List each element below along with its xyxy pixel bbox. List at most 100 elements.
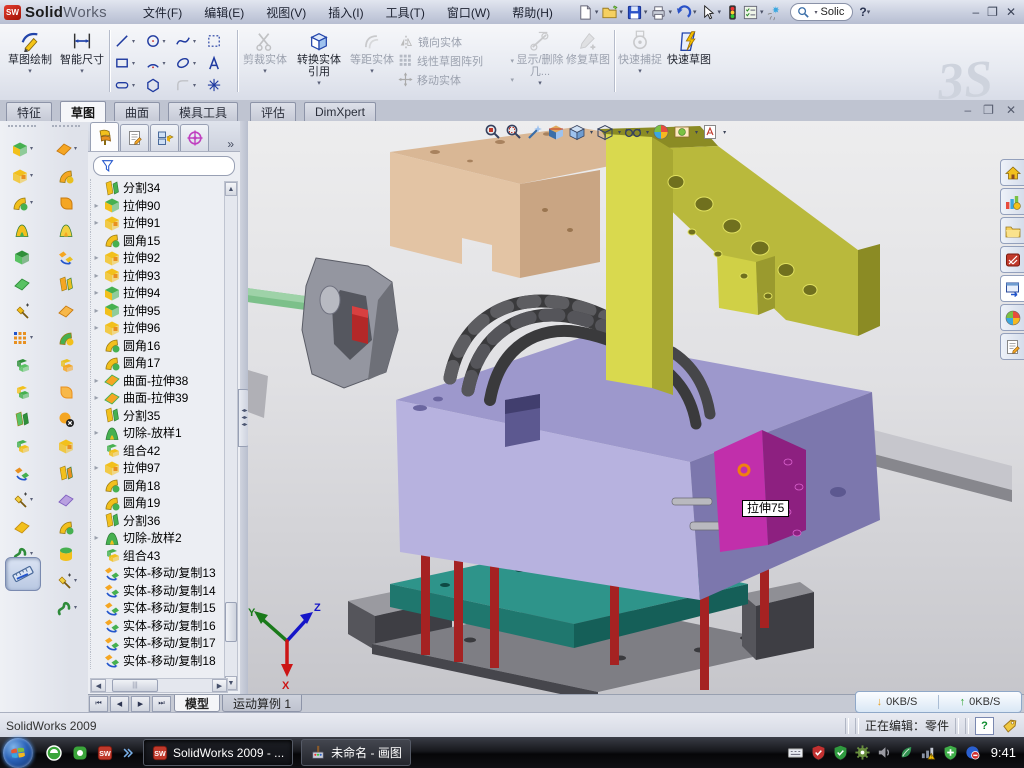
annotation-icon[interactable] [701,123,719,141]
combine-icon[interactable] [2,432,42,459]
curve-icon-chevron[interactable]: ▾ [30,550,33,557]
menu-help[interactable]: 帮助(H) [502,2,563,23]
tree-filter-box[interactable] [93,156,235,176]
extruded-boss-icon[interactable]: ▾ [2,135,42,162]
model-tab-模型[interactable]: 模型 [174,695,220,712]
sync-icon[interactable] [898,744,915,761]
select-cursor-icon[interactable] [699,4,716,21]
knit-surface-icon[interactable] [46,351,86,378]
selection-box-icon[interactable] [206,30,237,52]
tree-expand-arrow[interactable]: ▸ [92,306,101,315]
network-speed-widget[interactable]: ↓0KB/S ↑0KB/S [855,691,1022,713]
measure-button-pressed[interactable] [5,557,41,591]
insert-feature-icon-chevron[interactable]: ▾ [30,496,33,503]
tree-item[interactable]: ▸拉伸92 [90,249,228,267]
search-scope-chevron[interactable]: ▾ [815,9,818,16]
start-button[interactable] [3,738,33,768]
sketch-fillet-icon[interactable]: ▾ [175,74,206,96]
undo-icon-chevron[interactable]: ▾ [693,8,697,16]
smart-dimension-button[interactable]: 智能尺寸▾ [58,27,106,95]
linear-sketch-pattern-button[interactable]: 线性草图阵列▾ [398,51,514,70]
print-icon[interactable] [650,4,667,21]
tree-item[interactable]: ▸切除-放样2 [90,529,228,547]
tab-评估[interactable]: 评估 [250,102,296,121]
tree-item[interactable]: ▸曲面-拉伸38 [90,372,228,390]
revolved-surface-icon[interactable] [46,162,86,189]
tree-expand-arrow[interactable]: ▸ [92,288,101,297]
appearances-tab[interactable] [1000,304,1024,331]
hide-show-items-icon[interactable] [624,123,642,141]
dimxpertmanager-tab[interactable] [180,124,209,151]
quick-tips-button[interactable]: ? [975,717,994,735]
tree-item[interactable]: ▸拉伸97 [90,459,228,477]
tree-expand-arrow[interactable]: ▸ [92,323,101,332]
slot-icon[interactable]: ▾ [114,74,145,96]
tree-item[interactable]: ▸拉伸96 [90,319,228,337]
polygon-icon[interactable] [145,74,176,96]
arc-icon[interactable]: ▾ [145,52,176,74]
tree-item[interactable]: 实体-移动/复制15 [90,599,228,617]
dome-icon[interactable] [46,513,86,540]
zoom-fit-icon[interactable] [484,123,502,141]
spark-icon[interactable] [767,4,784,21]
restore-button[interactable]: ❐ [987,5,998,19]
move-entities-button[interactable]: 移动实体▾ [398,70,514,89]
search-input[interactable]: Solic [821,6,845,18]
planar-surface-icon[interactable] [46,297,86,324]
appearance-icon[interactable] [652,123,670,141]
extruded-boss-icon-chevron[interactable]: ▾ [30,145,33,152]
featuremanager-tab[interactable] [90,122,119,151]
fillet-icon-chevron[interactable]: ▾ [30,199,33,206]
offset-surface-icon[interactable] [46,270,86,297]
display-style-icon[interactable] [596,123,614,141]
tree-item[interactable]: 实体-移动/复制13 [90,564,228,582]
print-icon-chevron[interactable]: ▾ [668,8,672,16]
rib-icon[interactable] [2,243,42,270]
help-chevron[interactable]: ▾ [867,8,871,16]
tree-item[interactable]: 实体-移动/复制16 [90,617,228,635]
search-box[interactable]: ▾ Solic [790,3,854,21]
vscroll-thumb[interactable] [225,602,237,642]
propertymanager-tab[interactable] [120,124,149,151]
swept-surface-icon[interactable]: ▾ [46,135,86,162]
doc-restore-button[interactable]: ❐ [983,103,994,117]
tab-草图[interactable]: 草图 [60,101,106,122]
tree-item[interactable]: ▸切除-放样1 [90,424,228,442]
extend-surface-icon[interactable] [46,324,86,351]
tree-item[interactable]: 分割34 [90,179,228,197]
options-icon-chevron[interactable]: ▾ [760,8,764,16]
tab-模具工具[interactable]: 模具工具 [168,102,238,121]
spline-icon-chevron[interactable]: ▾ [193,38,196,45]
minimize-button[interactable]: – [972,5,979,19]
pattern-icon-chevron[interactable]: ▾ [30,334,33,341]
ref-geometry-icon[interactable] [2,513,42,540]
graphics-area[interactable]: Y Z X ▾▾▾▾▾ 拉伸75 [248,121,1024,695]
rectangle-icon[interactable]: ▾ [114,52,145,74]
menu-edit[interactable]: 编辑(E) [194,2,254,23]
tree-item[interactable]: 实体-移动/复制17 [90,634,228,652]
home-tab[interactable] [1000,159,1024,186]
fillet-icon[interactable]: ▾ [2,189,42,216]
save-icon-chevron[interactable]: ▾ [644,8,648,16]
scroll-right-arrow[interactable]: ▶ [212,679,227,692]
ellipse-icon[interactable]: ▾ [175,52,206,74]
split-icon[interactable] [2,405,42,432]
arc-icon-chevron[interactable]: ▾ [163,60,166,67]
tree-item[interactable]: 分割36 [90,512,228,530]
file-explorer-tab[interactable] [1000,217,1024,244]
scroll-up-arrow[interactable]: ▲ [225,182,237,196]
tree-item[interactable]: 分割35 [90,407,228,425]
tree-item[interactable]: 圆角19 [90,494,228,512]
design-library-tab[interactable] [1000,188,1024,215]
view-palette-tab[interactable] [1000,275,1024,302]
tree-item[interactable]: 实体-移动/复制14 [90,582,228,600]
circle-icon[interactable]: ▾ [145,30,176,52]
tree-item[interactable]: ▸拉伸94 [90,284,228,302]
insert-feature-icon[interactable]: ▾ [2,486,42,513]
revolved-boss-icon-chevron[interactable]: ▾ [30,172,33,179]
more-chevron-icon[interactable] [121,746,135,760]
scene-icon[interactable] [673,123,691,141]
curve2-icon[interactable]: ▾ [46,594,86,621]
menu-tools[interactable]: 工具(T) [376,2,435,23]
circle-icon-chevron[interactable]: ▾ [163,38,166,45]
